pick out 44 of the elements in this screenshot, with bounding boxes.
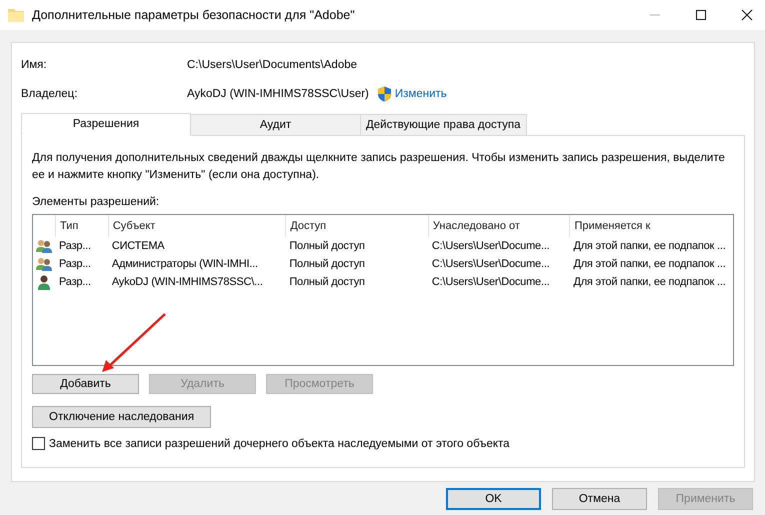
column-header[interactable]: Тип <box>55 215 108 237</box>
table-cell-text: Для этой папки, ее подпапок ... <box>572 276 727 288</box>
table-cell-text: AykoDJ (WIN-IMHIMS78SSC\... <box>110 276 264 288</box>
change-owner-link[interactable]: Изменить <box>394 88 447 100</box>
table-cell-text: Полный доступ <box>288 258 366 270</box>
table-cell-text: Для этой папки, ее подпапок ... <box>572 240 727 252</box>
list-label: Элементы разрешений: <box>32 196 160 208</box>
users-icon <box>36 239 52 253</box>
column-header[interactable]: Унаследовано от <box>428 215 570 237</box>
user-icon <box>37 274 51 290</box>
column-header[interactable]: Доступ <box>285 215 428 237</box>
replace-checkbox-label: Заменить все записи разрешений дочернего объекта наследуемыми от этого объекта <box>49 438 510 450</box>
tab[interactable]: Разрешения <box>21 113 191 136</box>
table-cell-text: СИСТЕМА <box>110 240 166 252</box>
table-cell-text: C:\Users\User\Docume... <box>430 240 551 252</box>
info-text: Для получения дополнительных сведений дважды щелкните запись разрешения. Чтобы изменить запись разрешения, выделите ее и нажмите кнопку "Изменить" (если она доступна). <box>32 151 726 183</box>
table-cell-text: C:\Users\User\Docume... <box>430 276 551 288</box>
tab[interactable]: Действующие права доступа <box>361 114 527 136</box>
maximize-icon[interactable] <box>695 9 707 21</box>
replace-checkbox[interactable] <box>32 437 45 450</box>
folder-icon <box>8 8 24 22</box>
dialog-button[interactable]: OK <box>446 488 541 510</box>
dialog-button[interactable]: Отмена <box>552 488 647 510</box>
disable-inheritance-button[interactable]: Отключение наследования <box>32 406 212 428</box>
name-value: C:\Users\User\Documents\Adobe <box>187 59 358 71</box>
table-cell-text: Для этой папки, ее подпапок ... <box>572 258 727 270</box>
action-button[interactable]: Добавить <box>32 374 139 394</box>
table-cell-text: Администраторы (WIN-IMHI... <box>110 258 259 270</box>
table-cell-text: Разр... <box>58 240 92 252</box>
owner-value: AykoDJ (WIN-IMHIMS78SSC\User) <box>187 88 369 100</box>
table-cell-text: Полный доступ <box>288 276 366 288</box>
tab[interactable]: Аудит <box>191 114 361 136</box>
table-cell-text: C:\Users\User\Docume... <box>430 258 551 270</box>
shield-icon <box>376 86 392 102</box>
window-title: Дополнительные параметры безопасности для "Adobe" <box>32 8 355 22</box>
column-header[interactable]: Субъект <box>108 215 286 237</box>
column-header[interactable]: Применяется к <box>569 215 733 237</box>
table-cell-text: Разр... <box>58 276 92 288</box>
table-cell-text: Разр... <box>58 258 92 270</box>
users-icon <box>36 257 52 271</box>
name-label: Имя: <box>21 59 48 71</box>
table-cell-text: Полный доступ <box>288 240 366 252</box>
close-icon[interactable] <box>741 9 753 21</box>
owner-label: Владелец: <box>21 88 78 100</box>
